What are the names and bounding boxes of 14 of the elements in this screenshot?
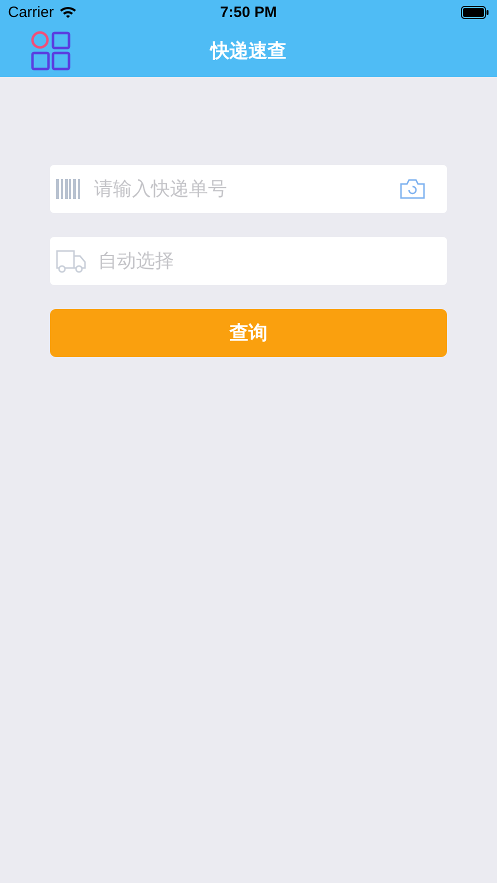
- apps-icon[interactable]: [31, 31, 71, 71]
- camera-icon[interactable]: [400, 179, 425, 199]
- tracking-number-input[interactable]: 请输入快递单号: [92, 177, 390, 201]
- carrier-label: Carrier: [8, 4, 54, 20]
- status-time: 7:50 PM: [220, 4, 277, 20]
- truck-icon: [56, 249, 86, 273]
- courier-select-field[interactable]: 自动选择: [50, 237, 447, 285]
- tracking-number-field[interactable]: 请输入快递单号: [50, 165, 447, 213]
- courier-select-input[interactable]: 自动选择: [96, 249, 441, 273]
- query-button[interactable]: 查询: [50, 309, 447, 357]
- nav-title: 快递速查: [210, 38, 286, 64]
- battery-icon: [461, 6, 489, 18]
- barcode-icon: [56, 179, 82, 199]
- wifi-icon: [58, 5, 77, 19]
